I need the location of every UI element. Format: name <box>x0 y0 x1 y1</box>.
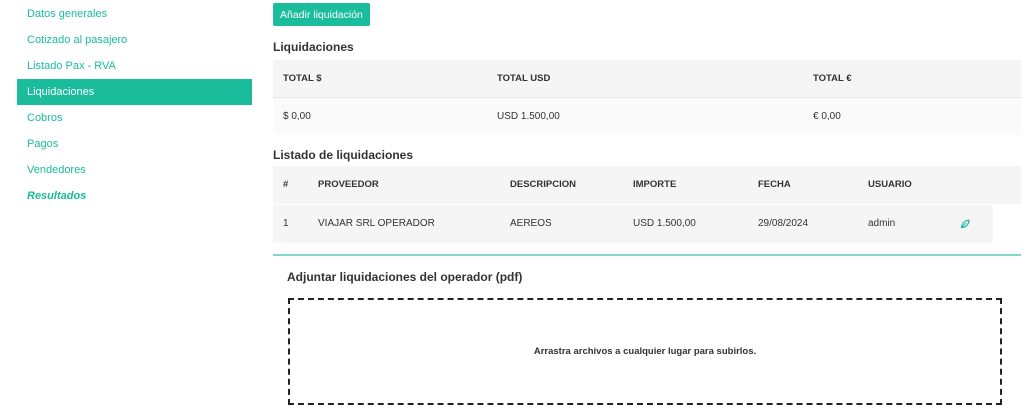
cell-descripcion: AEREOS <box>510 218 552 229</box>
sidebar-item-liquidaciones[interactable]: Liquidaciones <box>17 79 252 105</box>
totals-title: Liquidaciones <box>273 40 354 54</box>
add-liquidacion-button[interactable]: Añadir liquidación <box>273 3 370 26</box>
totals-header-row: TOTAL $ TOTAL USD TOTAL € <box>273 60 1021 98</box>
header-total-eur: TOTAL € <box>813 73 852 84</box>
totals-values-row: $ 0,00 USD 1.500,00 € 0,00 <box>273 98 1021 135</box>
dropzone-text: Arrastra archivos a cualquier lugar para… <box>533 346 757 357</box>
liquidaciones-table: # PROVEEDOR DESCRIPCION IMPORTE FECHA US… <box>273 166 1021 243</box>
leaf-icon[interactable] <box>960 219 970 229</box>
attach-title: Adjuntar liquidaciones del operador (pdf… <box>287 270 523 284</box>
sidebar-item-pagos[interactable]: Pagos <box>17 131 252 157</box>
col-num: # <box>283 179 289 190</box>
value-total-usd: USD 1.500,00 <box>497 111 560 122</box>
header-total-ars: TOTAL $ <box>283 73 322 84</box>
col-usuario: USUARIO <box>868 179 912 190</box>
cell-usuario: admin <box>868 218 896 229</box>
value-total-ars: $ 0,00 <box>283 111 311 122</box>
col-importe: IMPORTE <box>633 179 677 190</box>
totals-table: TOTAL $ TOTAL USD TOTAL € $ 0,00 USD 1.5… <box>273 60 1021 135</box>
sidebar-item-cobros[interactable]: Cobros <box>17 105 252 131</box>
sidebar-item-datos-generales[interactable]: Datos generales <box>17 1 252 27</box>
header-total-usd: TOTAL USD <box>497 73 551 84</box>
cell-importe: USD 1.500,00 <box>633 218 696 229</box>
sidebar-item-cotizado[interactable]: Cotizado al pasajero <box>17 27 252 53</box>
sidebar-nav: Datos generales Cotizado al pasajero Lis… <box>17 0 252 209</box>
table-row[interactable]: 1 VIAJAR SRL OPERADOR AEREOS USD 1.500,0… <box>273 204 993 243</box>
listing-header-row: # PROVEEDOR DESCRIPCION IMPORTE FECHA US… <box>273 166 1021 204</box>
sidebar-item-vendedores[interactable]: Vendedores <box>17 157 252 183</box>
col-proveedor: PROVEEDOR <box>318 179 379 190</box>
sidebar-item-listado-pax[interactable]: Listado Pax - RVA <box>17 53 252 79</box>
col-descripcion: DESCRIPCION <box>510 179 576 190</box>
listing-title: Listado de liquidaciones <box>273 148 414 162</box>
cell-fecha: 29/08/2024 <box>758 218 809 229</box>
sidebar-item-resultados[interactable]: Resultados <box>17 183 252 209</box>
cell-proveedor: VIAJAR SRL OPERADOR <box>318 218 435 229</box>
section-divider <box>273 254 1021 256</box>
col-fecha: FECHA <box>758 179 791 190</box>
file-dropzone[interactable]: Arrastra archivos a cualquier lugar para… <box>288 298 1002 405</box>
cell-num: 1 <box>283 218 289 229</box>
value-total-eur: € 0,00 <box>813 111 841 122</box>
